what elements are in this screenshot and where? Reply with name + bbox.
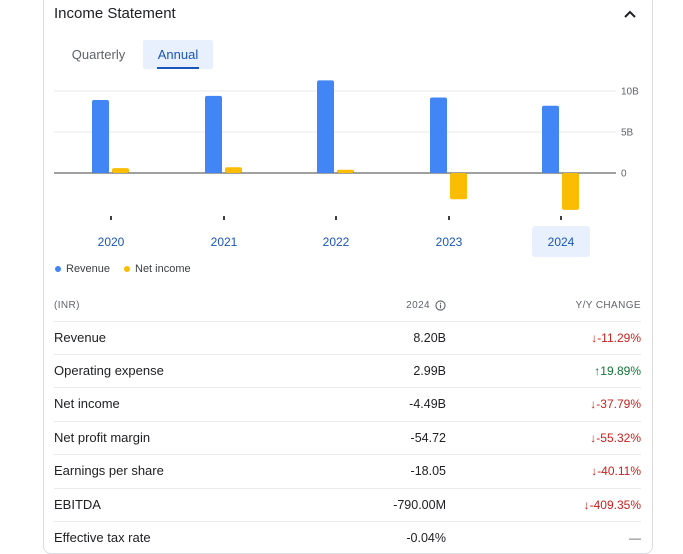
revenue-bar (205, 95, 222, 173)
x-tick-label-2022[interactable]: 2022 (323, 235, 350, 249)
net-income-dot-icon (124, 266, 130, 272)
year-header: 2024 (380, 300, 446, 311)
net-income-bar (450, 173, 467, 200)
x-tick-label-2024[interactable]: 2024 (548, 235, 575, 249)
net-income-bar (112, 168, 129, 173)
x-tick-mark (110, 216, 112, 220)
row-change-value: -37.79% (596, 397, 641, 411)
row-change: — (520, 531, 641, 545)
row-change: ↑19.89% (520, 364, 641, 378)
row-value: -790.00M (393, 498, 446, 512)
row-divider (54, 321, 641, 322)
row-divider (54, 454, 641, 455)
row-value: -18.05 (410, 464, 446, 478)
row-change-value: 19.89% (600, 364, 641, 378)
x-tick-label-2021[interactable]: 2021 (211, 235, 238, 249)
row-divider (54, 421, 641, 422)
row-change-value: -55.32% (596, 431, 641, 445)
row-divider (54, 387, 641, 388)
row-change: ↓-11.29% (520, 331, 641, 345)
info-icon[interactable] (435, 300, 446, 311)
revenue-dot-icon (55, 266, 61, 272)
row-change: ↓-40.11% (520, 464, 641, 478)
row-change-value: — (629, 531, 641, 545)
row-label: EBITDA (54, 497, 101, 512)
x-tick-mark (448, 216, 450, 220)
row-divider (54, 488, 641, 489)
x-tick-mark (560, 216, 562, 220)
row-label: Net income (54, 396, 120, 411)
year-header-text: 2024 (406, 300, 430, 312)
revenue-bar (317, 80, 334, 173)
currency-label: (INR) (54, 300, 80, 311)
x-tick-mark (335, 216, 337, 220)
legend-net-income-label: Net income (135, 263, 191, 275)
row-change: ↓-55.32% (520, 431, 641, 445)
row-value: -0.04% (406, 531, 446, 545)
row-value: -54.72 (410, 431, 446, 445)
row-value: 2.99B (413, 364, 446, 378)
row-value: -4.49B (409, 397, 446, 411)
row-value: 8.20B (413, 331, 446, 345)
row-divider (54, 354, 641, 355)
legend-revenue-label: Revenue (66, 263, 111, 275)
row-label: Revenue (54, 330, 107, 345)
revenue-bar (430, 97, 447, 173)
revenue-net-income-chart: 10B 5B 0 2020 2021 2022 2023 2024 (54, 80, 639, 249)
row-label: Effective tax rate (54, 530, 151, 545)
x-tick-label-2023[interactable]: 2023 (436, 235, 463, 249)
y-tick-label: 10B (621, 87, 639, 98)
row-divider (54, 521, 641, 522)
x-tick-label-2020[interactable]: 2020 (98, 235, 125, 249)
row-change: ↓-409.35% (520, 498, 641, 512)
legend-net-income: Net income (124, 263, 191, 275)
y-tick-label: 5B (621, 128, 634, 139)
revenue-bar (92, 100, 109, 173)
row-change-value: -40.11% (597, 464, 641, 478)
row-change: ↓-37.79% (520, 397, 641, 411)
legend-revenue: Revenue (55, 263, 110, 275)
y-tick-label: 0 (621, 169, 627, 180)
row-change-value: -409.35% (589, 498, 641, 512)
net-income-bar (225, 167, 242, 173)
row-change-value: -11.29% (597, 331, 641, 345)
x-tick-mark (223, 216, 225, 220)
row-label: Net profit margin (54, 430, 151, 445)
row-label: Earnings per share (54, 463, 164, 478)
row-label: Operating expense (54, 363, 164, 378)
revenue-bar (542, 105, 559, 173)
yy-change-header: Y/Y CHANGE (575, 300, 641, 311)
net-income-bar (337, 169, 354, 173)
net-income-bar (562, 173, 579, 210)
